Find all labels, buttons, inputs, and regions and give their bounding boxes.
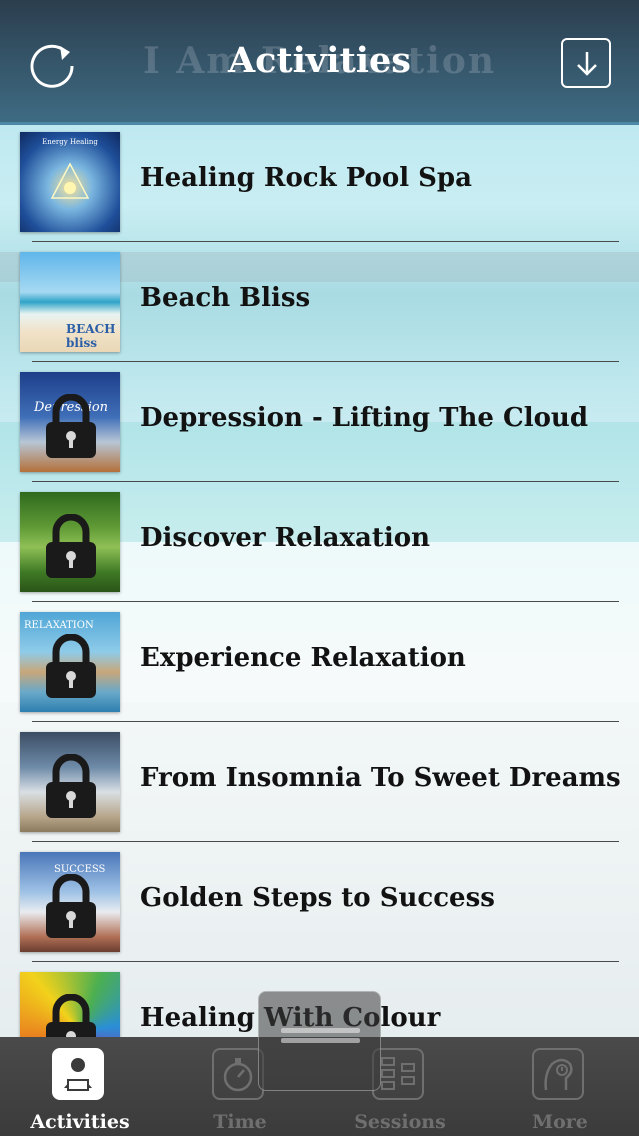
download-button[interactable] [561,38,611,88]
drawer-handle[interactable] [258,991,381,1091]
album-art: Depression [20,372,120,472]
lock-icon [46,874,96,938]
lock-icon [46,634,96,698]
album-art: BEACH bliss [20,252,120,352]
activity-list[interactable]: Energy Healing Healing Rock Pool Spa BEA… [0,122,639,1037]
tab-label: Time [213,1111,267,1133]
tab-label: More [532,1111,588,1133]
activity-title: Healing Rock Pool Spa [140,163,472,193]
activity-title: Discover Relaxation [140,523,430,553]
album-art: RELAXATION [20,612,120,712]
activity-title: Beach Bliss [140,283,311,313]
list-item[interactable]: BEACH bliss Beach Bliss [0,242,639,362]
stopwatch-icon [212,1048,264,1100]
album-art [20,492,120,592]
activities-icon [52,1048,104,1100]
activity-title: Golden Steps to Success [140,883,495,913]
album-art [20,732,120,832]
album-art: Energy Healing [20,132,120,232]
more-icon [532,1048,584,1100]
album-art: SUCCESS [20,852,120,952]
lock-icon [46,514,96,578]
list-item[interactable]: From Insomnia To Sweet Dreams [0,722,639,842]
page-title: Activities [228,40,411,81]
activity-title: Experience Relaxation [140,643,466,673]
tab-more[interactable]: More [480,1037,639,1136]
refresh-button[interactable] [26,38,78,90]
list-item[interactable]: SUCCESS Golden Steps to Success [0,842,639,962]
album-art [20,972,120,1037]
activity-title: Depression - Lifting The Cloud [140,403,589,433]
activity-title: From Insomnia To Sweet Dreams [140,763,621,793]
lock-icon [46,394,96,458]
list-item[interactable]: Depression Depression - Lifting The Clou… [0,362,639,482]
list-item[interactable]: RELAXATION Experience Relaxation [0,602,639,722]
download-arrow-icon [577,52,597,76]
lock-icon [46,994,96,1037]
tab-label: Sessions [354,1111,446,1133]
tab-label: Activities [30,1111,130,1133]
lock-icon [46,754,96,818]
list-item[interactable]: Discover Relaxation [0,482,639,602]
list-item[interactable]: Energy Healing Healing Rock Pool Spa [0,122,639,242]
navigation-bar: I Am Relaxation Activities [0,0,639,125]
tab-activities[interactable]: Activities [0,1037,160,1136]
refresh-icon [30,44,74,88]
